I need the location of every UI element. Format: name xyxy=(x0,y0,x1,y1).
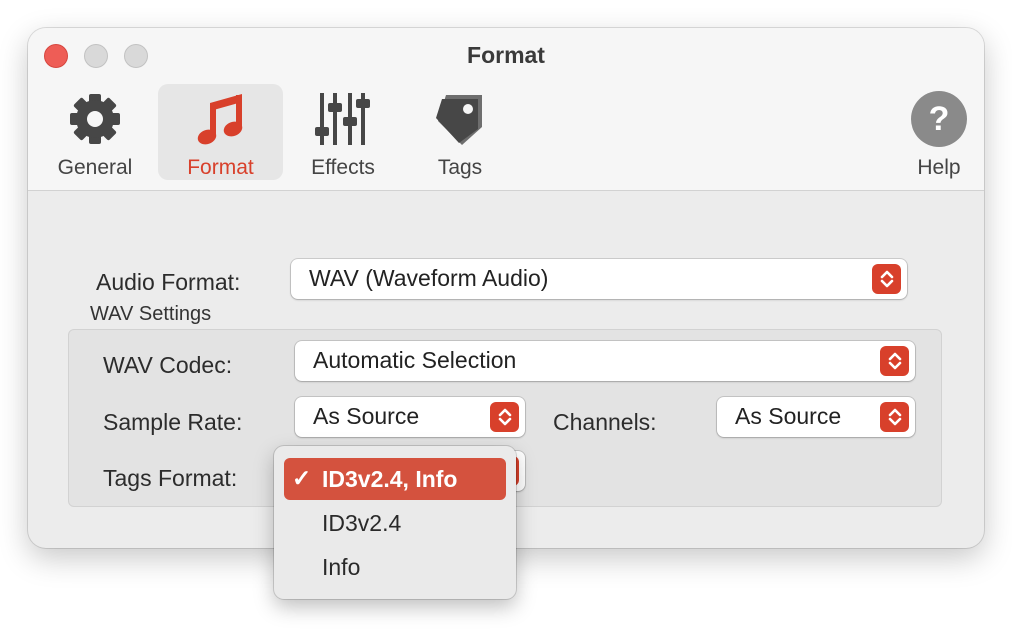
up-down-chevron-icon xyxy=(880,402,909,432)
audio-format-value: WAV (Waveform Audio) xyxy=(309,265,549,291)
toolbar-label-format: Format xyxy=(187,156,254,179)
channels-label: Channels: xyxy=(553,409,657,435)
audio-format-label: Audio Format: xyxy=(96,269,241,295)
tags-format-dropdown-menu: ✓ ID3v2.4, Info ID3v2.4 Info xyxy=(274,446,516,599)
music-note-icon xyxy=(190,88,252,150)
sample-rate-label: Sample Rate: xyxy=(103,409,243,435)
menu-item-label: Info xyxy=(322,554,361,580)
wav-codec-label: WAV Codec: xyxy=(103,352,233,378)
window-title: Format xyxy=(467,42,545,68)
up-down-chevron-icon xyxy=(880,346,909,376)
tags-format-label: Tags Format: xyxy=(103,465,238,491)
sliders-icon xyxy=(312,88,374,150)
menu-item-info[interactable]: Info xyxy=(284,546,506,588)
toolbar-item-format[interactable]: Format xyxy=(158,84,283,180)
toolbar-label-tags: Tags xyxy=(437,156,483,179)
toolbar-item-general[interactable]: General xyxy=(48,84,142,180)
menu-item-id3v24-info[interactable]: ✓ ID3v2.4, Info xyxy=(284,458,506,500)
toolbar-label-effects: Effects xyxy=(311,156,375,179)
sample-rate-value: As Source xyxy=(313,403,420,429)
menu-item-id3v24[interactable]: ID3v2.4 xyxy=(284,502,506,544)
wav-codec-select[interactable]: Automatic Selection xyxy=(295,341,915,381)
svg-text:?: ? xyxy=(929,100,950,138)
toolbar-item-help[interactable]: ? Help xyxy=(904,84,974,180)
titlebar-toolbar: Format General Format Effects Tags ? Hel… xyxy=(28,28,984,191)
up-down-chevron-icon xyxy=(872,264,901,294)
toolbar-label-general: General xyxy=(57,156,133,179)
wav-codec-value: Automatic Selection xyxy=(313,347,517,373)
menu-item-label: ID3v2.4, Info xyxy=(322,466,458,492)
tag-icon xyxy=(429,88,491,150)
toolbar-label-help: Help xyxy=(917,156,961,179)
channels-value: As Source xyxy=(735,403,842,429)
toolbar-item-tags[interactable]: Tags xyxy=(420,84,500,180)
toolbar-item-effects[interactable]: Effects xyxy=(298,84,388,180)
checkmark-icon: ✓ xyxy=(292,465,312,491)
sample-rate-select[interactable]: As Source xyxy=(295,397,525,437)
gear-icon xyxy=(64,88,126,150)
audio-format-select[interactable]: WAV (Waveform Audio) xyxy=(291,259,907,299)
help-icon: ? xyxy=(908,88,970,150)
up-down-chevron-icon xyxy=(490,402,519,432)
channels-select[interactable]: As Source xyxy=(717,397,915,437)
menu-item-label: ID3v2.4 xyxy=(322,510,402,536)
wav-settings-title: WAV Settings xyxy=(90,303,212,325)
